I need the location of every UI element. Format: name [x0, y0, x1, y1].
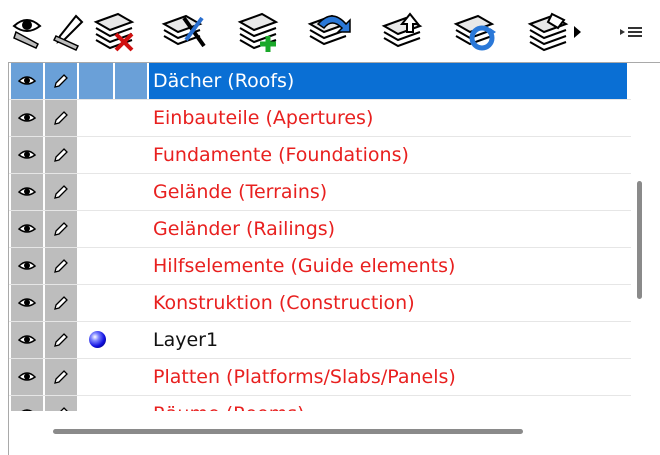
pencil-icon	[54, 222, 68, 236]
layer-list-panel: Dächer (Roofs) Einbauteile (Apertures) F…	[8, 62, 660, 455]
layer-name: Hilfselemente (Guide elements)	[153, 255, 456, 277]
edit-toggle[interactable]	[45, 174, 78, 210]
layer-name: Gelände (Terrains)	[153, 181, 328, 203]
active-layer-indicator-icon	[89, 331, 106, 348]
active-layer-cell[interactable]	[79, 211, 113, 247]
eye-icon	[18, 224, 36, 233]
pencil-icon	[54, 370, 68, 384]
edit-toggle[interactable]	[45, 285, 78, 321]
new-layer-button[interactable]	[236, 10, 282, 54]
delete-layer-button[interactable]	[92, 10, 138, 54]
visibility-toggle[interactable]	[11, 359, 44, 395]
eye-icon	[18, 298, 36, 307]
layer-row-layer1[interactable]: Layer1	[9, 322, 631, 359]
layers-toolbar	[0, 0, 660, 62]
layer-menu-button[interactable]	[526, 10, 586, 54]
layer-name: Dächer (Roofs)	[153, 70, 295, 92]
active-layer-cell[interactable]	[79, 100, 113, 136]
visibility-toggle[interactable]	[11, 174, 44, 210]
layer-name: Einbauteile (Apertures)	[153, 107, 374, 129]
layer-row-roofs[interactable]: Dächer (Roofs)	[9, 63, 631, 100]
layer-row-rooms[interactable]: Räume (Rooms)	[9, 396, 631, 411]
pencil-icon	[54, 333, 68, 347]
eye-icon	[18, 261, 36, 270]
eye-icon	[18, 113, 36, 122]
visibility-toggle[interactable]	[11, 211, 44, 247]
move-layer-up-button[interactable]	[380, 10, 426, 54]
edit-toggle[interactable]	[45, 396, 78, 411]
layer-color-cell	[115, 63, 147, 99]
layer-row-apertures[interactable]: Einbauteile (Apertures)	[9, 100, 631, 137]
eye-icon	[18, 150, 36, 159]
pencil-icon	[54, 185, 68, 199]
layer-dropdown-icon	[527, 12, 581, 52]
edit-toggle[interactable]	[45, 211, 78, 247]
layer-row-guide-elements[interactable]: Hilfselemente (Guide elements)	[9, 248, 631, 285]
active-layer-cell[interactable]	[79, 63, 113, 99]
eye-icon	[18, 76, 36, 85]
active-layer-cell[interactable]	[79, 322, 113, 358]
layer-name: Konstruktion (Construction)	[153, 292, 415, 314]
active-layer-cell[interactable]	[79, 359, 113, 395]
pencil-icon	[54, 259, 68, 273]
horizontal-scrollbar[interactable]	[53, 429, 523, 434]
pencil-icon	[54, 74, 68, 88]
eye-icon	[18, 335, 36, 344]
layer-name: Räume (Rooms)	[153, 396, 305, 411]
edit-toggle[interactable]	[45, 359, 78, 395]
layer-up-icon	[381, 12, 423, 48]
show-all-button[interactable]	[10, 10, 44, 54]
pencil-icon	[54, 296, 68, 310]
layer-row-railings[interactable]: Geländer (Railings)	[9, 211, 631, 248]
layer-undo-icon	[307, 14, 351, 46]
menu-lines-icon	[620, 27, 642, 37]
eye-icon	[12, 19, 42, 49]
active-layer-cell[interactable]	[79, 137, 113, 173]
visibility-toggle[interactable]	[11, 100, 44, 136]
active-layer-cell[interactable]	[79, 174, 113, 210]
eye-icon	[21, 409, 33, 411]
active-layer-cell[interactable]	[79, 396, 113, 411]
active-layer-cell[interactable]	[79, 285, 113, 321]
layer-list: Dächer (Roofs) Einbauteile (Apertures) F…	[9, 63, 631, 411]
layer-row-platforms[interactable]: Platten (Platforms/Slabs/Panels)	[9, 359, 631, 396]
add-layer-icon	[237, 12, 279, 52]
visibility-toggle[interactable]	[11, 285, 44, 321]
undo-layer-button[interactable]	[306, 10, 356, 54]
visibility-toggle[interactable]	[11, 248, 44, 284]
layer-name: Fundamente (Foundations)	[153, 144, 409, 166]
visibility-toggle[interactable]	[11, 63, 44, 99]
edit-toggle[interactable]	[45, 100, 78, 136]
layer-row-terrains[interactable]: Gelände (Terrains)	[9, 174, 631, 211]
visibility-toggle[interactable]	[11, 322, 44, 358]
layer-name: Layer1	[153, 329, 219, 351]
edit-toggle[interactable]	[45, 137, 78, 173]
layer-row-construction[interactable]: Konstruktion (Construction)	[9, 285, 631, 322]
edit-toggle[interactable]	[45, 248, 78, 284]
pencil-icon	[54, 148, 68, 162]
edit-toggle[interactable]	[45, 322, 78, 358]
layer-refresh-icon	[453, 14, 496, 51]
active-layer-cell[interactable]	[79, 248, 113, 284]
layer-row-foundations[interactable]: Fundamente (Foundations)	[9, 137, 631, 174]
visibility-toggle[interactable]	[11, 396, 44, 411]
layer-properties-button[interactable]	[160, 10, 210, 54]
vertical-scrollbar[interactable]	[637, 181, 642, 299]
eye-icon	[18, 372, 36, 381]
delete-layer-icon	[93, 12, 135, 52]
pencil-icon	[60, 407, 68, 411]
edit-all-button[interactable]	[52, 10, 86, 54]
pencil-icon	[52, 14, 84, 51]
refresh-layers-button[interactable]	[452, 10, 502, 54]
edit-toggle[interactable]	[45, 63, 78, 99]
layer-name: Geländer (Railings)	[153, 218, 336, 240]
layer-name: Platten (Platforms/Slabs/Panels)	[153, 366, 456, 388]
layer-tools-icon	[161, 14, 206, 48]
options-menu-button[interactable]	[618, 10, 646, 54]
eye-icon	[18, 187, 36, 196]
pencil-icon	[54, 111, 68, 125]
visibility-toggle[interactable]	[11, 137, 44, 173]
